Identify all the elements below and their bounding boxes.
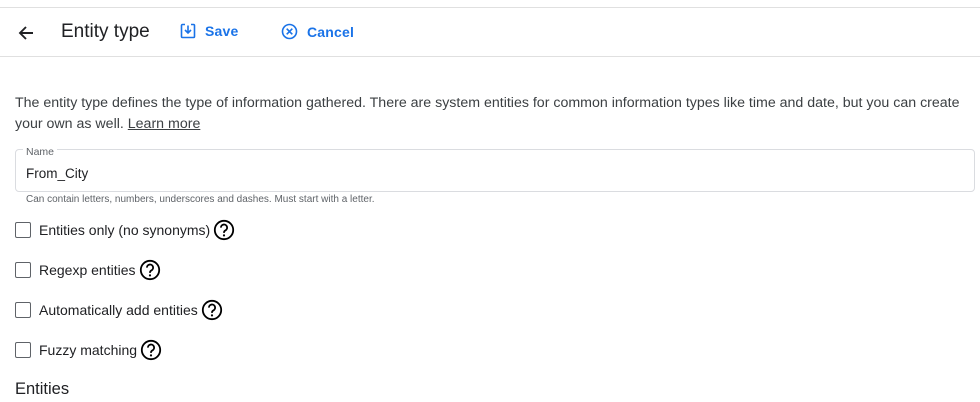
help-circle-icon[interactable] <box>213 219 235 241</box>
page-title: Entity type <box>61 21 150 42</box>
fuzzy-matching-checkbox[interactable] <box>15 342 31 358</box>
help-circle-icon[interactable] <box>201 299 223 321</box>
name-field: Name <box>15 146 975 192</box>
auto-add-entities-checkbox[interactable] <box>15 302 31 318</box>
fuzzy-matching-label: Fuzzy matching <box>39 342 138 358</box>
option-entities-only: Entities only (no synonyms) <box>15 218 235 242</box>
save-label: Save <box>205 23 239 39</box>
option-auto-add-entities: Automatically add entities <box>15 298 223 322</box>
name-input[interactable] <box>26 166 956 181</box>
entities-only-checkbox[interactable] <box>15 222 31 238</box>
name-field-hint: Can contain letters, numbers, underscore… <box>26 194 375 205</box>
regexp-entities-checkbox[interactable] <box>15 262 31 278</box>
cancel-circle-icon <box>281 23 298 40</box>
name-field-label: Name <box>23 146 58 158</box>
toolbar: Entity type Save Cancel <box>0 8 980 57</box>
arrow-left-icon <box>18 26 33 40</box>
learn-more-link[interactable]: Learn more <box>128 116 201 132</box>
intro-description: The entity type defines the type of info… <box>15 93 965 135</box>
option-fuzzy-matching: Fuzzy matching <box>15 338 162 362</box>
back-button[interactable] <box>14 21 38 45</box>
option-regexp-entities: Regexp entities <box>15 258 161 282</box>
entities-section-title: Entities <box>15 380 70 398</box>
auto-add-entities-label: Automatically add entities <box>39 302 198 318</box>
save-button[interactable]: Save <box>180 23 239 39</box>
entities-only-label: Entities only (no synonyms) <box>39 222 211 238</box>
cancel-label: Cancel <box>307 23 355 40</box>
cancel-button[interactable]: Cancel <box>281 23 354 40</box>
help-circle-icon[interactable] <box>139 259 161 281</box>
save-download-icon <box>180 23 196 39</box>
help-circle-icon[interactable] <box>140 339 162 361</box>
regexp-entities-label: Regexp entities <box>39 262 136 278</box>
